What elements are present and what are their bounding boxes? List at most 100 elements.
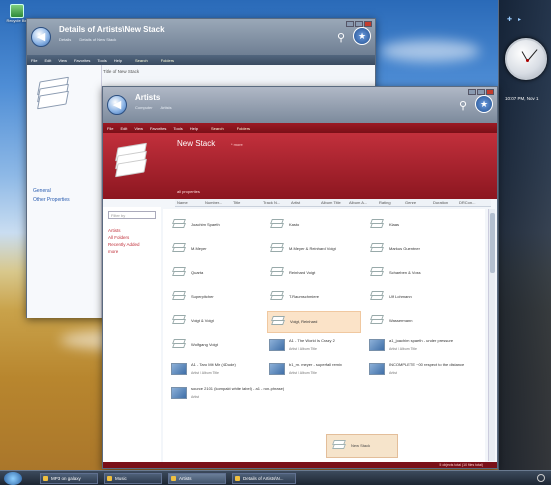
list-item[interactable]: A1 - The World Is Crazy 2 Artist / Album … <box>267 335 361 357</box>
menu-help[interactable]: Help <box>190 126 198 131</box>
list-item[interactable]: a1_joachim spaeth - under pressure Artist… <box>367 335 461 357</box>
breadcrumb-item[interactable]: Details <box>59 37 71 42</box>
list-item[interactable]: source 2101 (kompakt white label) - a1 -… <box>169 383 284 405</box>
link-general[interactable]: General <box>33 187 70 196</box>
list-item[interactable]: b1_m. meyer - superfall remix Artist / Al… <box>267 359 361 381</box>
titlebar[interactable]: ◀ Details of Artists\New Stack Details D… <box>27 19 375 55</box>
stack-icon <box>171 291 187 303</box>
menu-help[interactable]: Help <box>114 58 122 63</box>
column-header[interactable]: Album Title <box>321 200 341 205</box>
menu-view[interactable]: View <box>134 126 143 131</box>
favorites-star-icon[interactable]: ★ <box>475 95 493 113</box>
column-header[interactable]: Title <box>233 200 240 205</box>
item-sublabel: Artist <box>389 371 397 375</box>
taskbar-button[interactable]: Music <box>104 473 162 484</box>
stack-icon <box>369 315 385 327</box>
window-artists[interactable]: ◀ Artists Computer Artists ⚲ ★ File Edit… <box>102 86 498 469</box>
nav-link-more[interactable]: more <box>108 248 140 255</box>
list-item[interactable]: Wolfgang Voigt <box>169 335 263 357</box>
all-properties-link[interactable]: all properties <box>177 189 200 194</box>
column-header[interactable]: Duration <box>433 200 448 205</box>
sidebar-arrow-icon[interactable]: ▸ <box>518 17 521 23</box>
menu-file[interactable]: File <box>31 58 37 63</box>
menu-edit[interactable]: Edit <box>44 58 51 63</box>
stack-icon <box>171 267 187 279</box>
column-header[interactable]: Track N... <box>263 200 280 205</box>
stack-icon <box>269 267 285 279</box>
stack-icon <box>331 440 347 452</box>
list-item[interactable]: Schaeben & Voss <box>367 263 461 285</box>
start-button[interactable] <box>4 472 22 485</box>
menu-favorites[interactable]: Favorites <box>74 58 90 63</box>
column-header[interactable]: Name <box>177 200 188 205</box>
filter-input[interactable]: Filter by <box>108 211 156 219</box>
list-item[interactable]: Wassermann <box>367 311 461 333</box>
window-controls <box>346 21 372 27</box>
taskbar-button-active[interactable]: Artists <box>168 473 226 484</box>
desktop-icon-recycle-bin[interactable]: Recycle Bin <box>6 4 28 28</box>
back-button[interactable]: ◀ <box>107 95 127 115</box>
taskbar-button[interactable]: Details of Artists\N... <box>232 473 296 484</box>
search-icon[interactable]: ⚲ <box>459 99 473 113</box>
stack-icon <box>171 315 187 327</box>
scrollbar-thumb[interactable] <box>490 213 495 273</box>
menu-tools[interactable]: Tools <box>173 126 182 131</box>
list-item[interactable]: Kasto <box>267 215 361 237</box>
list-item[interactable]: M.Meyer & Reinhard Voigt <box>267 239 361 261</box>
list-item[interactable]: Voigt & Voigt <box>169 311 263 333</box>
list-item[interactable]: Quarta <box>169 263 263 285</box>
window-controls <box>468 89 494 95</box>
menu-tools[interactable]: Tools <box>97 58 106 63</box>
list-item[interactable]: Markus Guentner <box>367 239 461 261</box>
nav-link-artists[interactable]: Artists <box>108 227 140 234</box>
favorites-star-icon[interactable]: ★ <box>353 27 371 45</box>
list-item[interactable]: M.Meyer <box>169 239 263 261</box>
stack-icon <box>35 75 75 111</box>
breadcrumb-item[interactable]: Details of New Stack <box>79 37 116 42</box>
nav-link-recently-added[interactable]: Recently Added <box>108 241 140 248</box>
dragged-stack[interactable]: New Stack <box>326 434 398 458</box>
more-link[interactable]: * more <box>231 142 243 147</box>
breadcrumb-item[interactable]: Artists <box>160 105 171 110</box>
titlebar[interactable]: ◀ Artists Computer Artists ⚲ ★ <box>103 87 497 123</box>
vertical-scrollbar[interactable] <box>488 209 495 461</box>
column-header[interactable]: Number... <box>205 200 222 205</box>
search-icon[interactable]: ⚲ <box>337 31 351 45</box>
list-item[interactable]: Voigt, Reinhard <box>267 311 361 333</box>
menu-file[interactable]: File <box>107 126 113 131</box>
taskbar-button[interactable]: MP3 on galaxy <box>40 473 98 484</box>
column-header[interactable]: Album A... <box>349 200 367 205</box>
column-header[interactable]: Genre <box>405 200 416 205</box>
nav-link-all-folders[interactable]: All Folders <box>108 234 140 241</box>
toolbar-folders[interactable]: Folders <box>237 126 250 131</box>
close-button[interactable] <box>364 21 372 27</box>
link-other-properties[interactable]: Other Properties <box>33 196 70 205</box>
list-item[interactable]: Joachim Spaeth <box>169 215 263 237</box>
column-header[interactable]: DRCon... <box>459 200 475 205</box>
back-button[interactable]: ◀ <box>31 27 51 47</box>
menu-favorites[interactable]: Favorites <box>150 126 166 131</box>
close-button[interactable] <box>486 89 494 95</box>
list-item[interactable]: INCOMPLETE ~00 respect to the distance Ar… <box>367 359 464 381</box>
clock-gadget[interactable] <box>505 38 547 80</box>
minimize-button[interactable] <box>346 21 354 27</box>
stack-icon <box>113 141 153 178</box>
toolbar-folders[interactable]: Folders <box>161 58 174 63</box>
column-header[interactable]: Artist <box>291 200 300 205</box>
toolbar-search[interactable]: Search <box>135 58 148 63</box>
minimize-button[interactable] <box>468 89 476 95</box>
menu-view[interactable]: View <box>58 58 67 63</box>
column-header[interactable]: Rating <box>379 200 391 205</box>
list-item[interactable]: Klaas <box>367 215 461 237</box>
list-item[interactable]: Reinhard Voigt <box>267 263 361 285</box>
sidebar-controls[interactable]: ✚ ▸ <box>507 16 527 23</box>
menu-edit[interactable]: Edit <box>120 126 127 131</box>
breadcrumb-item[interactable]: Computer <box>135 105 153 110</box>
toolbar-search[interactable]: Search <box>211 126 224 131</box>
list-item[interactable]: A1 - Taro Mit Mir (4Dude) Artist / Album … <box>169 359 263 381</box>
list-item[interactable]: T.Raumschmiere <box>267 287 361 309</box>
add-gadget-icon[interactable]: ✚ <box>507 17 512 23</box>
list-item[interactable]: Superpitcher <box>169 287 263 309</box>
tray-icon[interactable] <box>537 474 545 482</box>
list-item[interactable]: Ulf Lohmann <box>367 287 461 309</box>
